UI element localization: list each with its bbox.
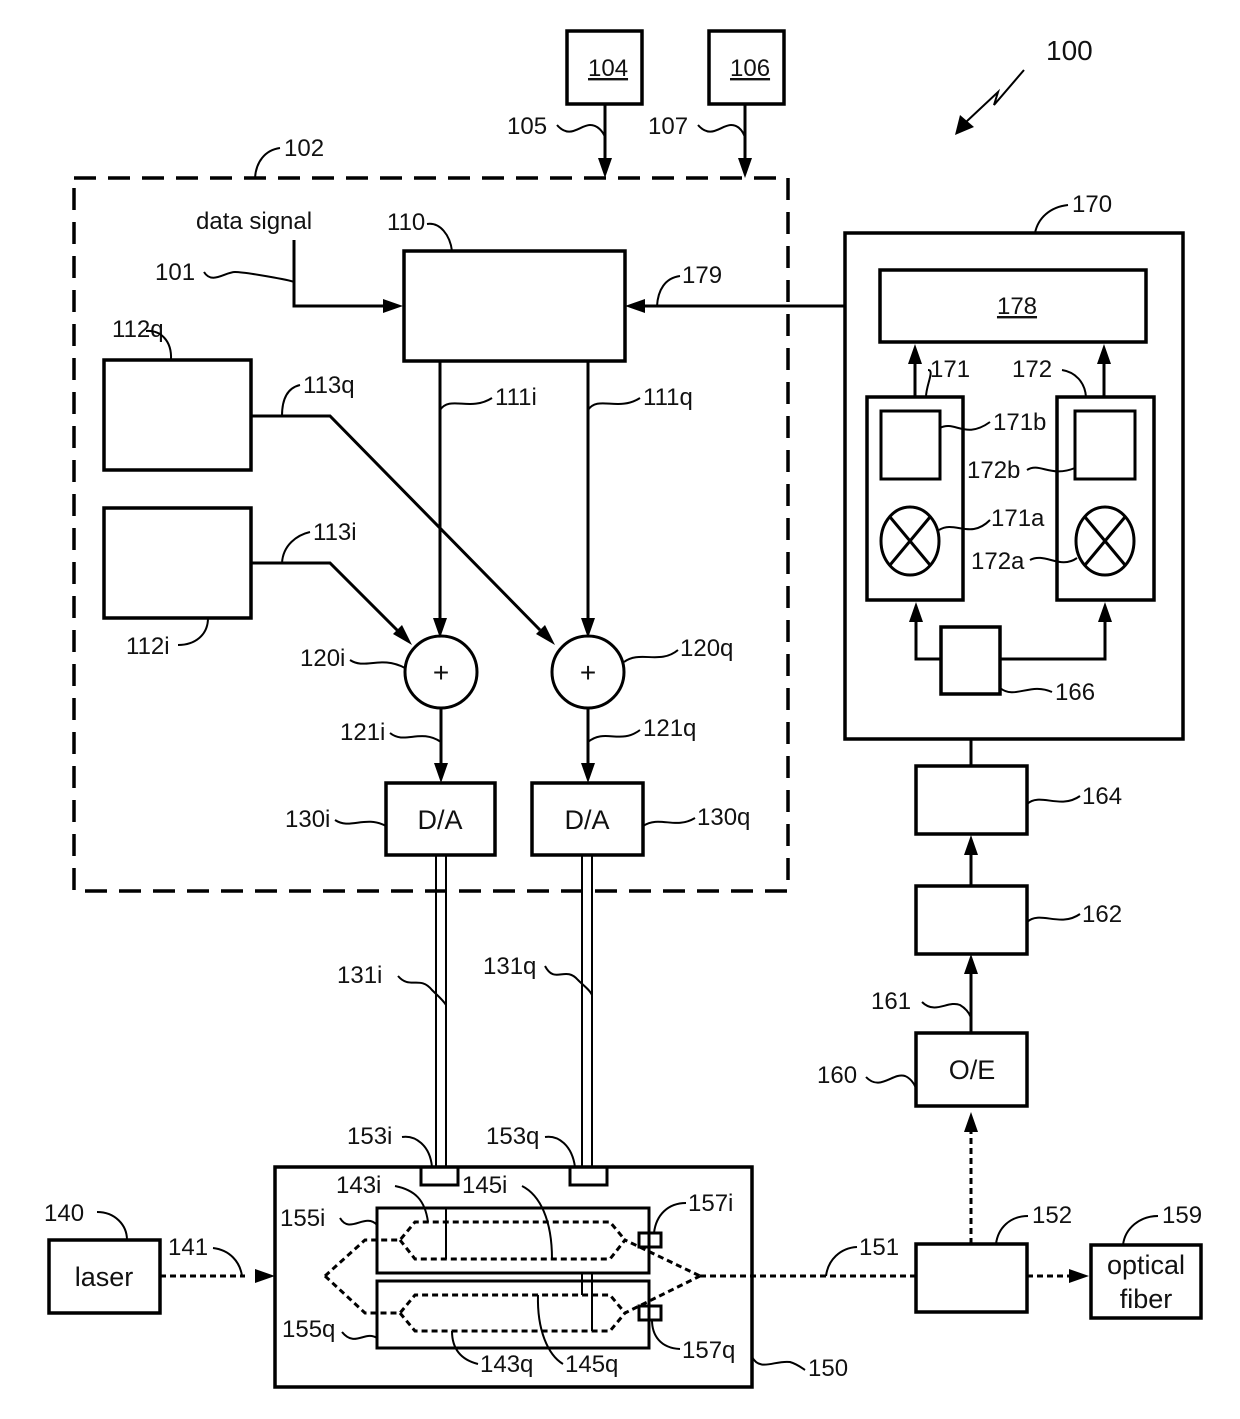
label-111q: 111q — [643, 384, 693, 411]
label-130q: 130q — [697, 804, 750, 831]
label-150: 150 — [808, 1355, 848, 1382]
label-179: 179 — [682, 262, 722, 289]
dac-130i-label: D/A — [417, 805, 462, 835]
label-131q: 131q — [483, 953, 536, 980]
arrow-179-left — [625, 299, 645, 313]
label-152: 152 — [1032, 1202, 1072, 1229]
arrow-121i — [434, 763, 448, 783]
label-157i: 157i — [688, 1190, 733, 1217]
label-110: 110 — [387, 209, 425, 236]
figure-arrow-icon — [955, 69, 1025, 135]
label-141: 141 — [168, 1234, 208, 1261]
label-140: 140 — [44, 1200, 84, 1227]
arrow-101 — [383, 299, 403, 313]
arrow-121q — [581, 763, 595, 783]
label-113i: 113i — [313, 519, 357, 546]
laser-label: laser — [75, 1262, 134, 1292]
label-105: 105 — [507, 113, 547, 140]
arrow-141 — [255, 1269, 275, 1283]
optical-fiber-label-line2: fiber — [1120, 1284, 1173, 1314]
block-112i — [102, 506, 253, 620]
arrow-162-164 — [964, 835, 978, 855]
patent-diagram: 100 104 106 105 107 102 data signal 101 … — [44, 29, 1203, 1389]
data-signal-label: data signal — [196, 208, 312, 235]
label-104: 104 — [588, 55, 628, 82]
label-159: 159 — [1162, 1202, 1202, 1229]
optical-fiber-label-line1: optical — [1107, 1250, 1185, 1280]
block-164 — [914, 764, 1029, 836]
arrow-to-fiber — [1069, 1269, 1089, 1283]
summer-120q: + — [550, 634, 626, 710]
label-171b: 171b — [993, 409, 1046, 436]
label-172: 172 — [1012, 356, 1052, 383]
oe-label: O/E — [949, 1055, 996, 1085]
label-120i: 120i — [300, 645, 345, 672]
plus-icon: + — [580, 657, 596, 688]
label-121q: 121q — [643, 715, 696, 742]
arrow-105 — [598, 158, 612, 178]
label-102: 102 — [284, 135, 324, 162]
branch-172 — [1055, 395, 1156, 602]
block-162 — [914, 884, 1029, 956]
label-155i: 155i — [280, 1205, 325, 1232]
label-101: 101 — [155, 259, 195, 286]
label-164: 164 — [1082, 783, 1122, 810]
label-130i: 130i — [285, 806, 330, 833]
plus-icon: + — [433, 657, 449, 688]
block-112q — [102, 358, 253, 472]
label-172a: 172a — [971, 548, 1025, 575]
arrow-107 — [738, 158, 752, 178]
label-172b: 172b — [967, 457, 1020, 484]
summer-120i: + — [403, 634, 479, 710]
label-113q: 113q — [303, 372, 355, 399]
dac-130q-label: D/A — [564, 805, 609, 835]
label-153i: 153i — [347, 1123, 392, 1150]
splitter-152 — [914, 1242, 1029, 1314]
label-143i: 143i — [336, 1172, 381, 1199]
label-157q: 157q — [682, 1337, 735, 1364]
label-112i: 112i — [126, 633, 170, 660]
label-121i: 121i — [340, 719, 385, 746]
label-171a: 171a — [991, 505, 1045, 532]
block-110 — [402, 249, 627, 363]
label-153q: 153q — [486, 1123, 539, 1150]
block-166 — [939, 625, 1002, 696]
arrow-161 — [964, 954, 978, 974]
label-111i: 111i — [495, 384, 537, 411]
label-106: 106 — [730, 55, 770, 82]
label-120q: 120q — [680, 635, 733, 662]
label-166: 166 — [1055, 679, 1095, 706]
label-145q: 145q — [565, 1351, 618, 1378]
label-131i: 131i — [337, 962, 382, 989]
label-161: 161 — [871, 988, 911, 1015]
label-145i: 145i — [462, 1172, 507, 1199]
label-155q: 155q — [282, 1316, 335, 1343]
label-151: 151 — [859, 1234, 899, 1261]
label-107: 107 — [648, 113, 688, 140]
label-162: 162 — [1082, 901, 1122, 928]
label-160: 160 — [817, 1062, 857, 1089]
label-178: 178 — [997, 293, 1037, 320]
label-171: 171 — [930, 356, 970, 383]
arrow-to-oe — [964, 1112, 978, 1132]
label-170: 170 — [1072, 191, 1112, 218]
label-143q: 143q — [480, 1351, 533, 1378]
figure-number: 100 — [1046, 35, 1093, 66]
label-112q: 112q — [112, 316, 164, 343]
